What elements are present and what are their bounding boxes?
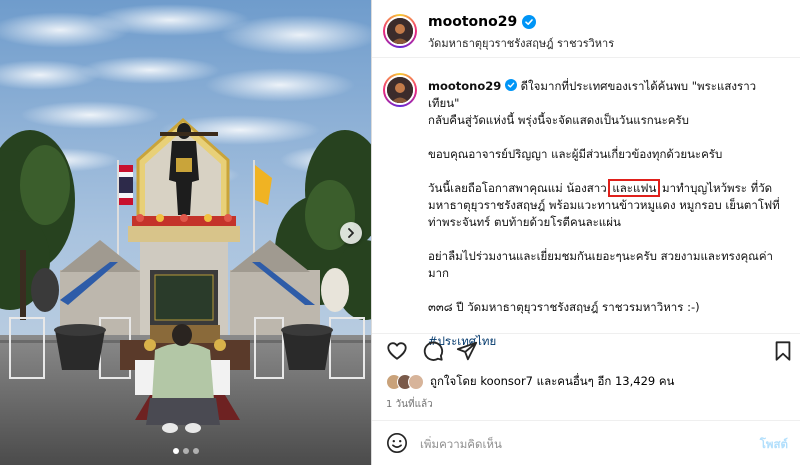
bookmark-icon[interactable] [772,340,794,362]
caption-line: ท่าพระจันทร์ ตบท้ายด้วยโรตีคนละแผ่น [428,215,621,229]
comment-bar: โพสต์ [372,420,800,465]
location-link[interactable]: วัดมหาธาตุยุวราชรังสฤษฎ์ ราชวรวิหาร [428,34,614,52]
verified-badge-icon [522,15,537,29]
caption-line: วันนี้เลยถือโอกาสพาคุณแม่ น้องสาว [428,181,611,195]
next-slide-button[interactable] [340,222,362,244]
carousel-dot [192,448,199,454]
caption-line: ๓๓๘ ปี วัดมหาธาตุยุวราชรังสฤษฎ์ ราชวรมหา… [428,300,700,314]
paper-plane-icon[interactable] [456,340,478,362]
caption-line: มหาธาตุยุวราชรังสฤษฎ์ พร้อมแวะทานข้าวหมู… [428,198,780,212]
caption-text: mootono29 ดีใจมากที่ประเทศของเราได้ค้นพบ… [428,78,784,367]
instagram-post-view: mootono29 วัดมหาธาตุยุวราชรังสฤษฎ์ ราชวร… [0,0,800,465]
caption-line: อย่าลืมไปร่วมงานและเยี่ยมชมกันเยอะๆนะครั… [428,249,773,263]
caption-username[interactable]: mootono29 [428,79,501,93]
caption-line: มาก [428,266,450,280]
liker-avatars [386,374,424,390]
heart-icon[interactable] [386,340,408,362]
post-actions [372,333,800,367]
post-caption: mootono29 ดีใจมากที่ประเทศของเราได้ค้นพบ… [372,58,800,348]
post-photo[interactable] [0,0,371,465]
avatar[interactable] [383,14,417,48]
username[interactable]: mootono29 [428,14,517,30]
comment-icon[interactable] [422,340,444,362]
caption-line: ขอบคุณอาจารย์ปริญญา และผู้มีส่วนเกี่ยวข้… [428,147,723,161]
smiley-icon[interactable] [386,432,408,454]
carousel-dot [182,448,189,454]
post-comment-button[interactable]: โพสต์ [760,436,788,454]
caption-line: กลับคืนสู่วัดแห่งนี้ พรุ่งนี้จะจัดแสดงเป… [428,113,689,127]
post-timestamp[interactable]: 1 วันที่แล้ว [386,397,433,412]
avatar[interactable] [383,73,417,107]
likes-summary[interactable]: ถูกใจโดย koonsor7 และคนอื่นๆ อีก 13,429 … [386,373,674,391]
post-author[interactable]: mootono29 [428,14,537,30]
verified-badge-icon [504,79,517,91]
highlighted-text: และแฟน [608,179,661,197]
carousel-dot [172,448,179,454]
post-side-panel: mootono29 วัดมหาธาตุยุวราชรังสฤษฎ์ ราชวร… [371,0,800,465]
comment-input[interactable] [420,433,730,455]
temple-scene-image [0,0,371,465]
caption-line: มาทำบุญไหว้พระ ที่วัด [658,181,773,195]
chevron-right-icon [348,228,354,238]
post-header: mootono29 วัดมหาธาตุยุวราชรังสฤษฎ์ ราชวร… [372,0,800,58]
likes-text[interactable]: ถูกใจโดย koonsor7 และคนอื่นๆ อีก 13,429 … [430,373,674,391]
avatar [408,374,424,390]
carousel-indicator [0,448,371,454]
